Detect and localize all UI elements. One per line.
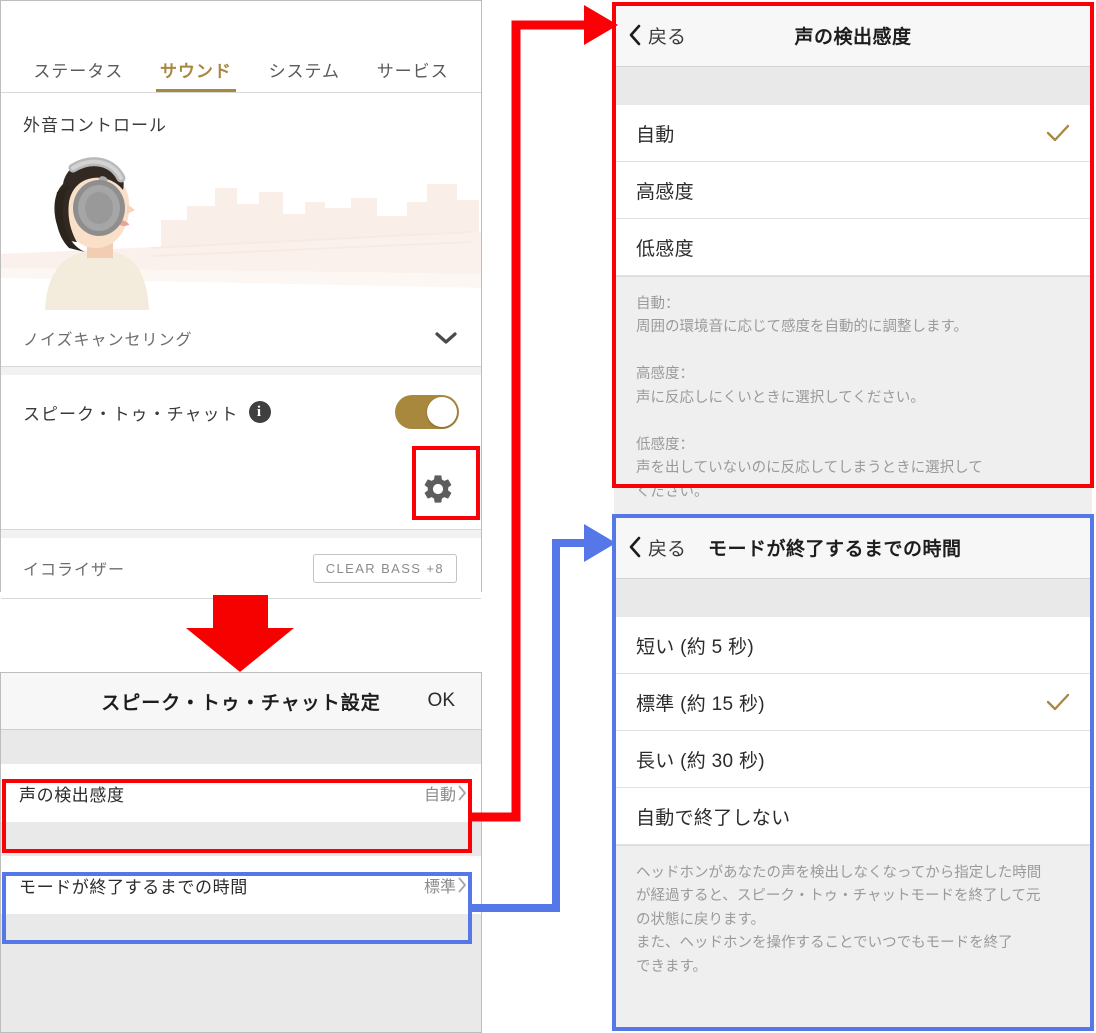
modal-header: スピーク・トゥ・チャット設定 OK [1, 673, 481, 730]
option-label: 自動 [636, 120, 675, 147]
list-gap-top [1, 730, 481, 764]
ambient-sound-control-card[interactable]: 外音コントロール [1, 93, 481, 367]
chevron-left-icon [628, 536, 641, 558]
option-row-high[interactable]: 高感度 [614, 162, 1092, 219]
speak-to-chat-label-group: スピーク・トゥ・チャット i [23, 400, 271, 425]
chevron-right-icon [458, 877, 467, 893]
back-label: 戻る [648, 22, 686, 49]
list-gap-bottom [1, 914, 481, 1014]
mode-duration-panel: 戻る モードが終了するまでの時間 短い (約 5 秒) 標準 (約 15 秒) … [614, 516, 1092, 1028]
setting-label: モードが終了するまでの時間 [19, 873, 248, 898]
tab-system[interactable]: システム [269, 57, 341, 92]
duration-description: ヘッドホンがあなたの声を検出しなくなってから指定した時間 が経過すると、スピーク… [614, 845, 1092, 997]
check-icon [1046, 124, 1070, 142]
sensitivity-description: 自動： 周囲の環境音に応じて感度を自動的に調整します。 高感度： 声に反応しにく… [614, 276, 1092, 522]
toggle-knob [427, 397, 457, 427]
list-gap-mid [1, 822, 481, 856]
speak-to-chat-settings-panel: スピーク・トゥ・チャット設定 OK 声の検出感度 自動 モードが終了するまでの時… [0, 672, 482, 1033]
chevron-left-icon [628, 24, 641, 46]
red-down-arrow [186, 595, 294, 672]
option-row-never[interactable]: 自動で終了しない [614, 788, 1092, 845]
speak-to-chat-gear-row [1, 449, 481, 529]
section-gap [1, 367, 481, 375]
option-label: 高感度 [636, 177, 694, 204]
blue-flow-arrow [470, 524, 616, 908]
voice-sensitivity-panel: 戻る 声の検出感度 自動 高感度 低感度 自動： 周囲の環境音に応じて感度を自動… [614, 4, 1092, 485]
ambient-mode-label: ノイズキャンセリング [23, 326, 193, 350]
page-title: モードが終了するまでの時間 [708, 534, 962, 561]
speak-to-chat-toggle[interactable] [395, 395, 459, 429]
gear-icon[interactable] [421, 472, 455, 506]
option-row-standard[interactable]: 標準 (約 15 秒) [614, 674, 1092, 731]
chevron-down-icon[interactable] [435, 331, 457, 345]
equalizer-card[interactable]: イコライザー CLEAR BASS +8 [1, 538, 481, 599]
option-label: 低感度 [636, 234, 694, 261]
page-title: スピーク・トゥ・チャット設定 [101, 688, 380, 715]
back-button[interactable]: 戻る [614, 534, 686, 561]
chevron-right-icon [458, 785, 467, 801]
setting-value: 標準 [424, 873, 456, 897]
option-label: 長い (約 30 秒) [636, 746, 765, 773]
option-label: 自動で終了しない [636, 803, 790, 830]
info-icon[interactable]: i [249, 401, 271, 423]
sensitivity-header: 戻る 声の検出感度 [614, 4, 1092, 67]
tab-service[interactable]: サービス [377, 57, 449, 92]
setting-label: 声の検出感度 [19, 781, 125, 806]
option-row-short[interactable]: 短い (約 5 秒) [614, 617, 1092, 674]
back-label: 戻る [648, 534, 686, 561]
setting-row-mode-duration[interactable]: モードが終了するまでの時間 標準 [1, 856, 481, 914]
option-label: 標準 (約 15 秒) [636, 689, 765, 716]
option-row-long[interactable]: 長い (約 30 秒) [614, 731, 1092, 788]
back-button[interactable]: 戻る [614, 22, 686, 49]
equalizer-label: イコライザー [23, 556, 125, 580]
section-gap-2 [1, 530, 481, 538]
list-gap [614, 67, 1092, 105]
setting-value: 自動 [424, 781, 456, 805]
speak-to-chat-card: スピーク・トゥ・チャット i [1, 375, 481, 530]
duration-header: 戻る モードが終了するまでの時間 [614, 516, 1092, 579]
setting-row-voice-sensitivity[interactable]: 声の検出感度 自動 [1, 764, 481, 822]
ok-button[interactable]: OK [428, 690, 455, 712]
sound-screen-panel: ステータス サウンド システム サービス 外音コントロール [0, 0, 482, 592]
tab-status[interactable]: ステータス [33, 57, 123, 92]
setting-value-group: 自動 [424, 781, 467, 805]
check-icon [1046, 693, 1070, 711]
headphone-illustration-svg [1, 142, 481, 310]
option-row-auto[interactable]: 自動 [614, 105, 1092, 162]
speak-to-chat-row[interactable]: スピーク・トゥ・チャット i [1, 375, 481, 449]
option-label: 短い (約 5 秒) [636, 632, 754, 659]
ambient-mode-row[interactable]: ノイズキャンセリング [1, 310, 481, 366]
red-flow-arrow [470, 5, 618, 817]
speak-to-chat-label: スピーク・トゥ・チャット [23, 400, 239, 425]
tab-bar: ステータス サウンド システム サービス [1, 1, 481, 93]
list-gap [614, 579, 1092, 617]
equalizer-row[interactable]: イコライザー CLEAR BASS +8 [1, 538, 481, 598]
ambient-sound-title: 外音コントロール [1, 93, 481, 136]
headphone-illustration [1, 142, 481, 310]
option-row-low[interactable]: 低感度 [614, 219, 1092, 276]
tab-sound[interactable]: サウンド [160, 57, 232, 92]
setting-value-group: 標準 [424, 873, 467, 897]
equalizer-value-badge[interactable]: CLEAR BASS +8 [313, 554, 457, 583]
